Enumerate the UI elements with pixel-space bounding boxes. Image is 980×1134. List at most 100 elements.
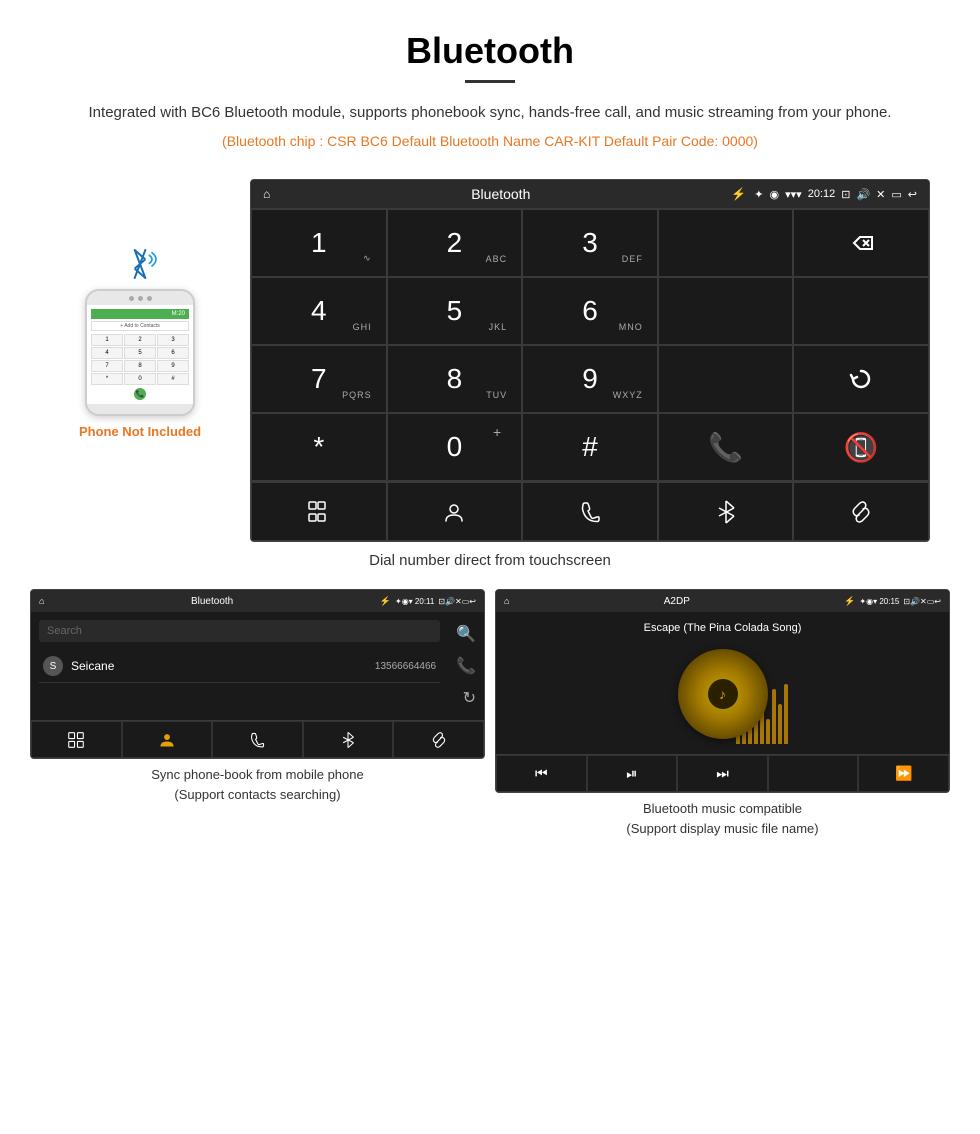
dial-number: 1 [311, 229, 327, 257]
bluetooth-bottom-icon [716, 499, 736, 525]
dial-sub: JKL [489, 322, 508, 332]
a2dp-caption: Bluetooth music compatible (Support disp… [626, 799, 818, 838]
dial-key-0[interactable]: 0 + [387, 413, 523, 481]
music-art-container: ♪ [658, 644, 788, 744]
dial-key-star[interactable]: * [251, 413, 387, 481]
dial-key-3[interactable]: 3 DEF [522, 209, 658, 277]
refresh-icon [847, 365, 875, 393]
phone-key[interactable]: 2 [124, 334, 156, 346]
a2dp-next-btn[interactable]: ⏭ [677, 755, 768, 792]
phone-dot [129, 296, 134, 301]
dial-sub: ABC [486, 254, 508, 264]
dial-key-1[interactable]: 1 ∿ [251, 209, 387, 277]
eq-bar [784, 684, 788, 744]
control-icons-a2dp[interactable]: ⊡🔊✕▭↩ [903, 597, 941, 606]
search-icon-sidebar[interactable]: 🔍 [456, 624, 476, 644]
dial-refresh[interactable] [793, 345, 929, 413]
phone-icon-sidebar[interactable]: 📞 [456, 656, 476, 676]
eq-bar [766, 719, 770, 744]
pb-apps-btn[interactable] [31, 721, 122, 758]
phone-key[interactable]: 1 [91, 334, 123, 346]
dial-key-2[interactable]: 2 ABC [387, 209, 523, 277]
dial-bottom-phone[interactable] [522, 482, 658, 541]
phone-call-button[interactable]: 📞 [134, 388, 146, 400]
contacts-icon [443, 501, 465, 523]
dial-bottom-apps[interactable] [251, 482, 387, 541]
phonebook-contact-row[interactable]: S Seicane 13566664466 [39, 650, 440, 683]
page-specs: (Bluetooth chip : CSR BC6 Default Blueto… [60, 133, 920, 149]
a2dp-skip-btn[interactable]: ⏩ [858, 755, 949, 792]
search-placeholder: Search [47, 625, 432, 637]
phonebook-content: Search S Seicane 13566664466 [31, 612, 448, 691]
phone-mockup-container: M:20 + Add to Contacts 1 2 3 4 5 6 7 8 9… [50, 179, 230, 439]
phonebook-screen: ⌂ Bluetooth ⚡ ✦◉▾ 20:11 ⊡🔊✕▭↩ Search S S… [30, 589, 485, 759]
dialpad-grid: 1 ∿ 2 ABC 3 DEF 4 GHI [251, 208, 929, 481]
refresh-icon-sidebar[interactable]: ↻ [463, 688, 476, 708]
bt-icon-mini: ✦◉▾ 20:11 [395, 597, 434, 606]
dial-key-8[interactable]: 8 TUV [387, 345, 523, 413]
dial-hangup-button[interactable]: 📵 [793, 413, 929, 481]
dial-key-6[interactable]: 6 MNO [522, 277, 658, 345]
dial-call-button[interactable]: 📞 [658, 413, 794, 481]
phonebook-content-area: Search S Seicane 13566664466 🔍 📞 ↻ [31, 612, 484, 720]
dial-sub: MNO [619, 322, 643, 332]
dial-backspace[interactable] [793, 209, 929, 277]
home-icon[interactable]: ⌂ [263, 187, 270, 201]
phone-key[interactable]: 7 [91, 360, 123, 372]
dial-key-9[interactable]: 9 WXYZ [522, 345, 658, 413]
dial-sub: PQRS [342, 390, 372, 400]
dial-key-5[interactable]: 5 JKL [387, 277, 523, 345]
phone-icon-pb [249, 732, 265, 748]
dial-key-7[interactable]: 7 PQRS [251, 345, 387, 413]
phone-key[interactable]: 8 [124, 360, 156, 372]
signal-icon: ▾▾▾ [785, 188, 802, 201]
phone-key[interactable]: 5 [124, 347, 156, 359]
camera-icon[interactable]: ⊡ [841, 188, 850, 201]
home-icon-mini[interactable]: ⌂ [39, 596, 44, 606]
a2dp-caption-line2: (Support display music file name) [626, 819, 818, 839]
phonebook-caption-line2: (Support contacts searching) [151, 785, 363, 805]
back-icon[interactable]: ↩ [908, 188, 917, 201]
phone-key[interactable]: # [157, 373, 189, 385]
dial-number: 3 [582, 229, 598, 257]
phone-key[interactable]: 3 [157, 334, 189, 346]
page-title: Bluetooth [60, 30, 920, 72]
dial-bottom-contacts[interactable] [387, 482, 523, 541]
close-icon[interactable]: ✕ [876, 188, 885, 201]
window-icon[interactable]: ▭ [891, 188, 901, 201]
a2dp-statusbar: ⌂ A2DP ⚡ ✦◉▾ 20:15 ⊡🔊✕▭↩ [496, 590, 949, 612]
pb-link-btn[interactable] [393, 721, 484, 758]
dial-bottom-bluetooth[interactable] [658, 482, 794, 541]
pb-bt-btn[interactable] [303, 721, 394, 758]
phonebook-search-bar[interactable]: Search [39, 620, 440, 642]
phone-dot [138, 296, 143, 301]
phone-key[interactable]: * [91, 373, 123, 385]
backspace-icon [846, 233, 876, 253]
dial-number: # [582, 433, 598, 461]
phone-key[interactable]: 4 [91, 347, 123, 359]
pb-person-btn[interactable] [122, 721, 213, 758]
dial-bottom-link[interactable] [793, 482, 929, 541]
dial-key-4[interactable]: 4 GHI [251, 277, 387, 345]
cam-icon-mini[interactable]: ⊡🔊✕▭↩ [438, 597, 476, 606]
phone-key[interactable]: 0 [124, 373, 156, 385]
phone-top-bar [87, 291, 193, 305]
screen-statusbar: ⌂ Bluetooth ⚡ ✦ ◉ ▾▾▾ 20:12 ⊡ 🔊 ✕ ▭ ↩ [251, 180, 929, 208]
dial-empty [658, 345, 794, 413]
phone-key[interactable]: 6 [157, 347, 189, 359]
dial-key-hash[interactable]: # [522, 413, 658, 481]
location-icon: ◉ [770, 188, 780, 201]
phonebook-statusbar-title: Bluetooth [48, 596, 375, 607]
volume-icon[interactable]: 🔊 [856, 188, 870, 201]
usb-icon-mini: ⚡ [380, 596, 391, 607]
phonebook-main: Search S Seicane 13566664466 [31, 612, 448, 720]
a2dp-prev-btn[interactable]: ⏮ [496, 755, 587, 792]
phone-key[interactable]: 9 [157, 360, 189, 372]
dial-number: 5 [447, 297, 463, 325]
phonebook-caption-line1: Sync phone-book from mobile phone [151, 765, 363, 785]
home-icon-a2dp[interactable]: ⌂ [504, 596, 509, 606]
usb-icon-a2dp: ⚡ [844, 596, 855, 607]
dial-empty [658, 277, 794, 345]
pb-phone-btn[interactable] [212, 721, 303, 758]
a2dp-play-pause-btn[interactable]: ⏯ [587, 755, 678, 792]
